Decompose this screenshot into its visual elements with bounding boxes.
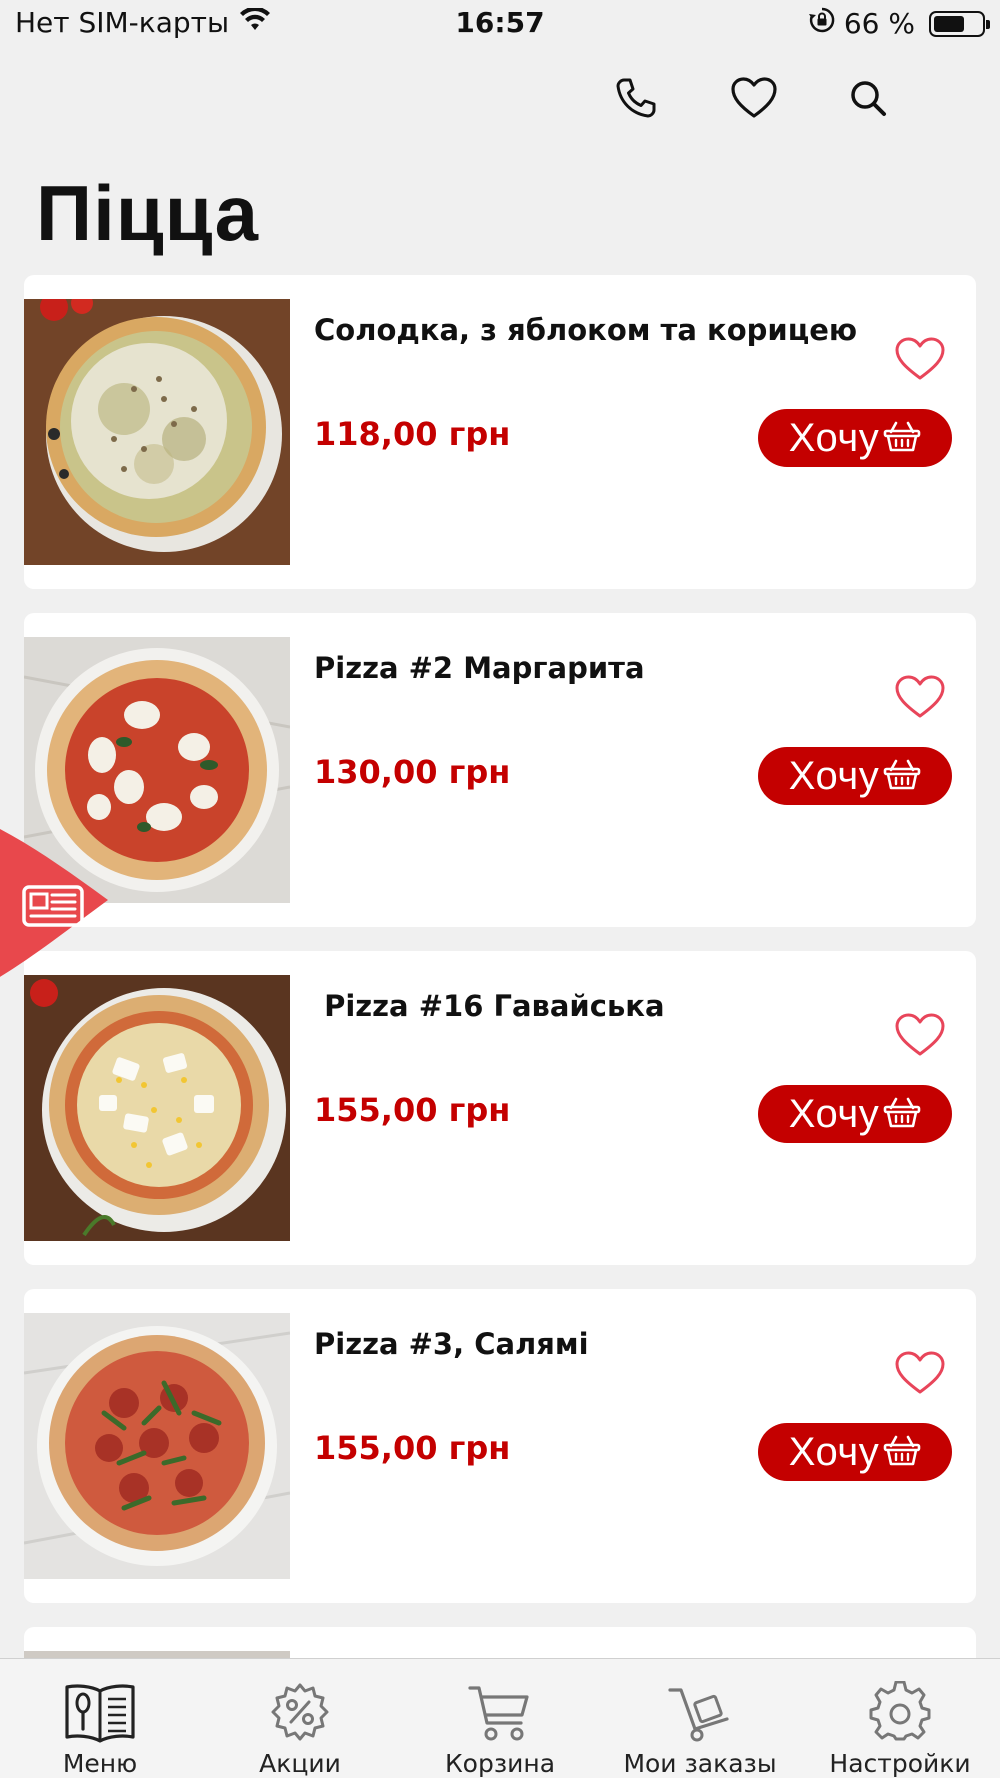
newspaper-icon <box>21 884 85 932</box>
status-bar: Нет SIM-карты 16:57 66 % <box>0 0 1000 52</box>
product-price: 118,00 грн <box>314 415 511 453</box>
tab-my-orders[interactable]: Мои заказы <box>600 1659 800 1778</box>
favorite-button[interactable] <box>892 335 948 387</box>
tab-label: Меню <box>62 1749 138 1778</box>
tab-menu[interactable]: Меню <box>0 1659 200 1778</box>
discount-gear-icon <box>269 1677 331 1743</box>
favorite-button[interactable] <box>892 1011 948 1063</box>
product-price: 155,00 грн <box>314 1091 511 1129</box>
want-button-label: Хочу <box>788 1429 880 1474</box>
product-card[interactable]: Pizza #2 Маргарита 130,00 грн Хочу <box>24 613 976 927</box>
product-price: 155,00 грн <box>314 1429 511 1467</box>
product-name: Солодка, з яблоком та корицею <box>314 313 858 347</box>
want-button-label: Хочу <box>788 1091 880 1136</box>
heart-outline-icon <box>894 674 946 724</box>
search-button[interactable] <box>842 74 894 126</box>
product-card[interactable]: Pizza #3, Салямі 155,00 грн Хочу <box>24 1289 976 1603</box>
favorite-button[interactable] <box>892 673 948 725</box>
tab-label: Корзина <box>444 1749 556 1778</box>
product-card[interactable]: Pizza #16 Гавайська 155,00 грн Хочу <box>24 951 976 1265</box>
product-image <box>24 975 290 1241</box>
want-button[interactable]: Хочу <box>758 1085 952 1143</box>
tab-promotions[interactable]: Акции <box>200 1659 400 1778</box>
status-right: 66 % <box>808 6 990 41</box>
tab-label: Настройки <box>829 1749 971 1778</box>
catalog-side-tab[interactable] <box>0 800 120 1010</box>
battery-icon <box>929 10 990 37</box>
cart-icon <box>467 1677 533 1743</box>
product-image <box>24 1313 290 1579</box>
rotation-lock-icon <box>808 6 836 41</box>
want-button-label: Хочу <box>788 753 880 798</box>
hand-truck-icon <box>667 1677 733 1743</box>
page-title: Піцца <box>36 169 259 257</box>
product-name: Pizza #3, Салямі <box>314 1327 589 1361</box>
product-image <box>24 299 290 565</box>
tab-cart[interactable]: Корзина <box>400 1659 600 1778</box>
menu-book-icon <box>63 1677 137 1743</box>
basket-icon <box>883 757 921 795</box>
product-card[interactable]: Солодка, з яблоком та корицею 118,00 грн… <box>24 275 976 589</box>
basket-icon <box>883 1095 921 1133</box>
heart-outline-icon <box>894 1350 946 1400</box>
heart-icon <box>730 76 778 124</box>
want-button[interactable]: Хочу <box>758 747 952 805</box>
battery-percent: 66 % <box>843 7 915 40</box>
bottom-tab-bar: Меню Акции Корзина Мои заказы Настройки <box>0 1658 1000 1778</box>
product-name: Pizza #2 Маргарита <box>314 651 645 685</box>
settings-gear-icon <box>869 1677 931 1743</box>
product-name: Pizza #16 Гавайська <box>314 989 665 1023</box>
call-button[interactable] <box>610 74 662 126</box>
want-button[interactable]: Хочу <box>758 1423 952 1481</box>
want-button-label: Хочу <box>788 415 880 460</box>
phone-icon <box>614 76 658 124</box>
battery-fill <box>934 15 964 32</box>
search-icon <box>848 78 888 122</box>
heart-outline-icon <box>894 1012 946 1062</box>
tab-settings[interactable]: Настройки <box>800 1659 1000 1778</box>
app-screen: Нет SIM-карты 16:57 66 % Піцца Солодка, … <box>0 0 1000 1778</box>
heart-outline-icon <box>894 336 946 386</box>
favorites-button[interactable] <box>728 74 780 126</box>
basket-icon <box>883 1433 921 1471</box>
favorite-button[interactable] <box>892 1349 948 1401</box>
want-button[interactable]: Хочу <box>758 409 952 467</box>
basket-icon <box>883 419 921 457</box>
tab-label: Мои заказы <box>623 1749 777 1778</box>
product-price: 130,00 грн <box>314 753 511 791</box>
tab-label: Акции <box>259 1749 341 1778</box>
